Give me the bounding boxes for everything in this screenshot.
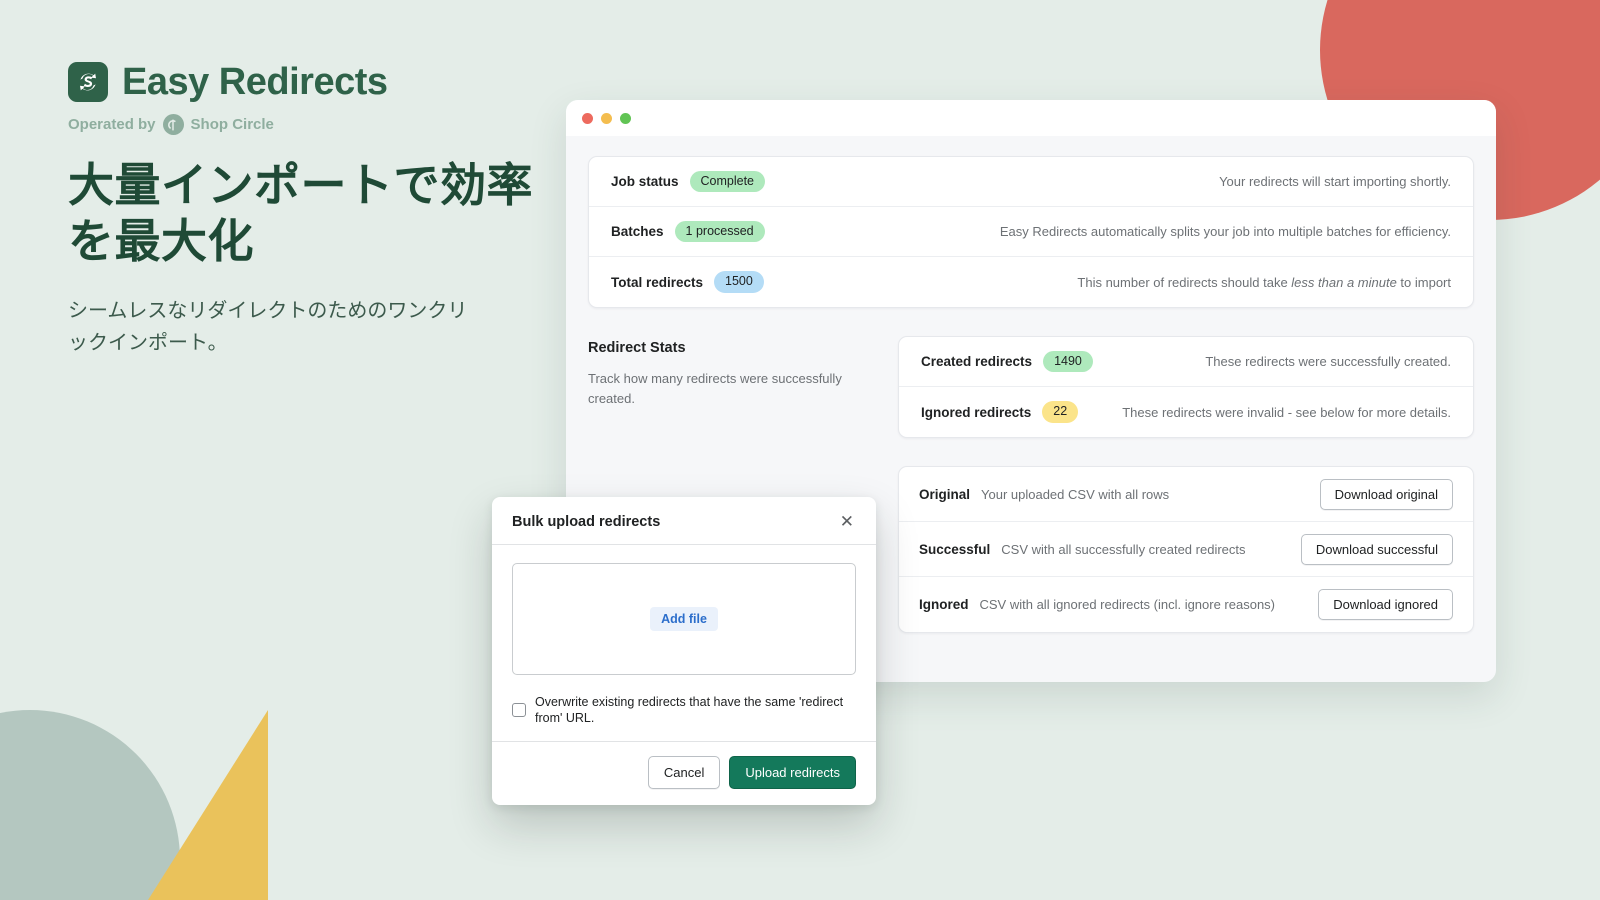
download-ignored-button[interactable]: Download ignored: [1318, 589, 1453, 620]
row-description: These redirects were successfully create…: [1205, 354, 1451, 369]
modal-title: Bulk upload redirects: [512, 513, 661, 530]
row-label: Created redirects: [921, 354, 1033, 369]
cancel-button[interactable]: Cancel: [647, 755, 721, 789]
status-badge: Complete: [689, 170, 766, 193]
add-file-button[interactable]: Add file: [650, 607, 718, 631]
page-subtitle: シームレスなリダイレクトのためのワンクリックインポート。: [68, 300, 468, 355]
table-row: Created redirects 1490 These redirects w…: [899, 337, 1473, 387]
page-root: Easy Redirects Operated by Shop Circle 大…: [0, 0, 1600, 900]
file-label: Successful: [919, 541, 991, 557]
bulk-upload-modal: Bulk upload redirects ✕ Add file Overwri…: [492, 497, 876, 805]
table-row: Total redirects 1500 This number of redi…: [589, 257, 1473, 307]
file-description: Your uploaded CSV with all rows: [981, 486, 1170, 502]
redirect-stats-card: Created redirects 1490 These redirects w…: [898, 336, 1474, 438]
overwrite-checkbox[interactable]: [512, 703, 526, 718]
ignored-redirects-left: Ignored redirects 22: [921, 401, 1079, 423]
decorative-yellow-triangle: [148, 710, 268, 900]
redirect-stats-section: Redirect Stats Track how many redirects …: [588, 336, 1474, 438]
section-title: Redirect Stats: [588, 340, 686, 356]
operated-by-label: Operated by: [68, 116, 156, 133]
minimize-window-icon[interactable]: [601, 112, 612, 124]
marketing-panel: Easy Redirects Operated by Shop Circle 大…: [68, 62, 588, 359]
close-icon[interactable]: ✕: [838, 513, 856, 530]
maximize-window-icon[interactable]: [620, 112, 631, 124]
table-row: Batches 1 processed Easy Redirects autom…: [589, 207, 1473, 257]
job-status-card: Job status Complete Your redirects will …: [588, 156, 1474, 308]
operated-by-row: Operated by Shop Circle: [68, 114, 588, 135]
file-description: CSV with all successfully created redire…: [1001, 541, 1246, 557]
row-label: Total redirects: [611, 274, 704, 290]
table-row: Successful CSV with all successfully cre…: [899, 522, 1473, 577]
row-label: Ignored redirects: [921, 404, 1032, 420]
modal-header: Bulk upload redirects ✕: [492, 497, 876, 545]
window-titlebar: [566, 100, 1496, 136]
redirect-stats-info: Redirect Stats Track how many redirects …: [588, 336, 898, 438]
table-row: Original Your uploaded CSV with all rows…: [899, 467, 1473, 522]
modal-footer: Cancel Upload redirects: [492, 740, 876, 805]
file-dropzone[interactable]: Add file: [512, 563, 856, 675]
operated-company-label: Shop Circle: [190, 116, 274, 133]
page-title: 大量インポートで効率を最大化: [68, 159, 533, 268]
file-label: Ignored: [919, 597, 969, 612]
status-badge: 1 processed: [674, 220, 765, 243]
modal-body: Add file Overwrite existing redirects th…: [492, 545, 876, 741]
table-row: Ignored redirects 22 These redirects wer…: [899, 387, 1473, 437]
file-description: CSV with all ignored redirects (incl. ig…: [979, 597, 1276, 612]
downloads-card: Original Your uploaded CSV with all rows…: [898, 466, 1474, 633]
count-badge: 1500: [714, 271, 764, 293]
created-redirects-left: Created redirects 1490: [921, 350, 1093, 373]
count-badge: 1490: [1043, 350, 1093, 373]
redirect-arrows-icon: [68, 62, 108, 102]
upload-redirects-button[interactable]: Upload redirects: [729, 755, 856, 789]
original-file-left: Original Your uploaded CSV with all rows: [919, 487, 1169, 502]
brand-name: Easy Redirects: [122, 61, 388, 103]
overwrite-option-row: Overwrite existing redirects that have t…: [512, 694, 856, 727]
row-description-emphasis: less than a minute: [1291, 274, 1397, 290]
batches-left: Batches 1 processed: [611, 220, 765, 243]
count-badge: 22: [1042, 401, 1079, 423]
brand-lockup: Easy Redirects: [68, 62, 588, 102]
row-description-post: to import: [1396, 274, 1451, 290]
section-subtitle: Track how many redirects were successful…: [588, 371, 842, 406]
download-original-button[interactable]: Download original: [1319, 478, 1453, 510]
ignored-file-left: Ignored CSV with all ignored redirects (…: [919, 597, 1275, 612]
row-description: Easy Redirects automatically splits your…: [999, 224, 1451, 239]
shop-circle-icon: [162, 114, 184, 135]
row-description: This number of redirects should take les…: [1077, 275, 1451, 290]
total-redirects-left: Total redirects 1500: [611, 271, 764, 293]
row-description: Your redirects will start importing shor…: [1219, 174, 1451, 189]
row-description: These redirects were invalid - see below…: [1122, 404, 1451, 420]
job-status-left: Job status Complete: [611, 170, 766, 193]
file-label: Original: [919, 486, 971, 502]
row-description-pre: This number of redirects should take: [1077, 274, 1292, 290]
table-row: Job status Complete Your redirects will …: [589, 157, 1473, 207]
table-row: Ignored CSV with all ignored redirects (…: [899, 577, 1473, 632]
overwrite-checkbox-label: Overwrite existing redirects that have t…: [535, 695, 844, 726]
download-successful-button[interactable]: Download successful: [1300, 533, 1453, 565]
successful-file-left: Successful CSV with all successfully cre…: [919, 542, 1246, 557]
row-label: Job status: [611, 174, 679, 189]
row-label: Batches: [611, 224, 664, 239]
